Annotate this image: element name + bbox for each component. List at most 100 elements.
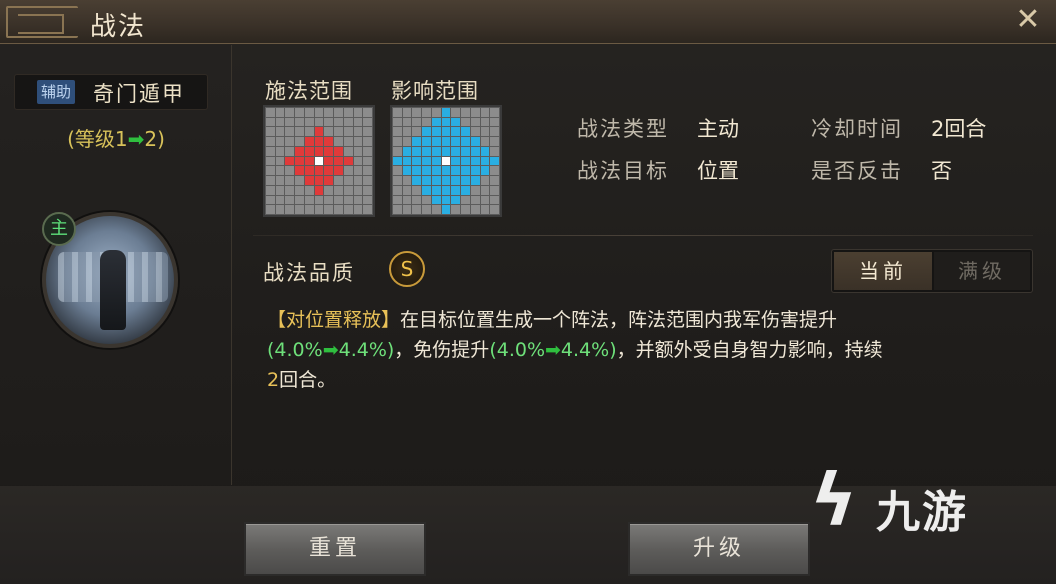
grid-cell — [461, 176, 470, 185]
grid-cell — [393, 127, 402, 137]
grid-cell — [461, 127, 470, 137]
grid-cell — [402, 156, 412, 166]
cast-range-grid — [263, 105, 375, 217]
grid-cell — [314, 117, 324, 127]
grid-cell — [353, 137, 363, 146]
grid-cell — [275, 108, 285, 117]
grid-cell — [285, 156, 295, 166]
grid-cell — [402, 176, 412, 185]
grid-cell — [266, 108, 275, 117]
grid-cell — [314, 205, 324, 214]
grid-cell — [480, 195, 490, 205]
tactic-type-value: 主动 — [697, 117, 739, 141]
grid-cell — [402, 137, 412, 146]
grid-cell — [422, 108, 431, 117]
cast-range-label: 施法范围 — [265, 79, 353, 103]
grid-cell — [422, 146, 431, 156]
grid-cell — [490, 176, 499, 185]
grid-cell — [461, 156, 470, 166]
grid-cell — [343, 156, 353, 166]
grid-cell — [393, 205, 402, 214]
description-text-3: ，并额外受自身智力影响，持续 — [616, 339, 883, 361]
grid-cell — [343, 146, 353, 156]
grid-cell — [451, 146, 461, 156]
grid-cell — [266, 127, 275, 137]
grid-cell — [304, 185, 314, 195]
grid-cell — [314, 195, 324, 205]
grid-cell — [295, 205, 304, 214]
grid-cell — [334, 205, 343, 214]
grid-cell — [490, 137, 499, 146]
title-bar: 战法 ✕ — [0, 0, 1056, 44]
reduction-value-from: (4.0% — [489, 339, 545, 361]
grid-cell — [480, 127, 490, 137]
grid-cell — [353, 166, 363, 176]
grid-cell — [461, 117, 470, 127]
grid-cell — [441, 205, 451, 214]
grid-cell — [431, 176, 441, 185]
grid-cell — [441, 127, 451, 137]
grid-cell — [393, 146, 402, 156]
tactic-level: (等级1➡2) — [0, 123, 232, 152]
watermark-logo-icon: ϟ — [810, 458, 858, 542]
description-text-1: 在目标位置生成一个阵法，阵法范围内我军伤害提升 — [400, 309, 838, 331]
grid-cell — [275, 166, 285, 176]
grid-cell — [275, 127, 285, 137]
grid-cell — [431, 185, 441, 195]
close-icon[interactable]: ✕ — [1012, 4, 1044, 36]
grid-cell — [393, 176, 402, 185]
grid-cell — [480, 176, 490, 185]
tactic-target-value: 位置 — [697, 159, 739, 183]
grid-cell — [412, 127, 422, 137]
grid-cell — [470, 108, 480, 117]
section-divider — [253, 235, 1033, 236]
description-text-4: 回合。 — [279, 369, 337, 391]
grid-cell — [363, 127, 372, 137]
grid-cell — [285, 146, 295, 156]
portrait-figure — [100, 250, 126, 330]
grid-cell — [304, 117, 314, 127]
grid-cell — [441, 176, 451, 185]
grid-cell — [295, 108, 304, 117]
grid-cell — [441, 137, 451, 146]
grid-cell — [480, 185, 490, 195]
grid-cell — [461, 185, 470, 195]
grid-cell — [363, 156, 372, 166]
toggle-current[interactable]: 当前 — [834, 252, 932, 290]
grid-cell — [451, 108, 461, 117]
grid-cell — [314, 127, 324, 137]
grid-cell — [295, 185, 304, 195]
level-prefix: (等级1 — [67, 127, 128, 151]
grid-cell — [431, 156, 441, 166]
grid-cell — [295, 117, 304, 127]
grid-cell — [324, 185, 334, 195]
grid-cell — [363, 166, 372, 176]
reset-button[interactable]: 重置 — [244, 522, 426, 576]
grid-cell — [422, 195, 431, 205]
grid-cell — [324, 137, 334, 146]
grid-cell — [431, 205, 441, 214]
quality-label: 战法品质 — [263, 261, 355, 285]
grid-cell — [393, 108, 402, 117]
grid-cell — [314, 137, 324, 146]
cooldown-label: 冷却时间 — [811, 117, 903, 141]
grid-cell — [480, 117, 490, 127]
grid-cell — [275, 185, 285, 195]
grid-cell — [304, 205, 314, 214]
grid-cell — [402, 205, 412, 214]
upgrade-button[interactable]: 升级 — [628, 522, 810, 576]
grid-cell — [441, 117, 451, 127]
grid-cell — [393, 137, 402, 146]
grid-cell — [431, 117, 441, 127]
toggle-max[interactable]: 满级 — [934, 252, 1030, 290]
grid-cell — [480, 146, 490, 156]
arrow-right-icon: ➡ — [545, 339, 561, 361]
grid-cell — [363, 185, 372, 195]
grid-cell — [314, 146, 324, 156]
grid-cell — [353, 146, 363, 156]
grid-cell — [480, 108, 490, 117]
grid-cell — [480, 156, 490, 166]
grid-cell — [275, 146, 285, 156]
grid-cell — [412, 185, 422, 195]
grid-cell — [461, 205, 470, 214]
